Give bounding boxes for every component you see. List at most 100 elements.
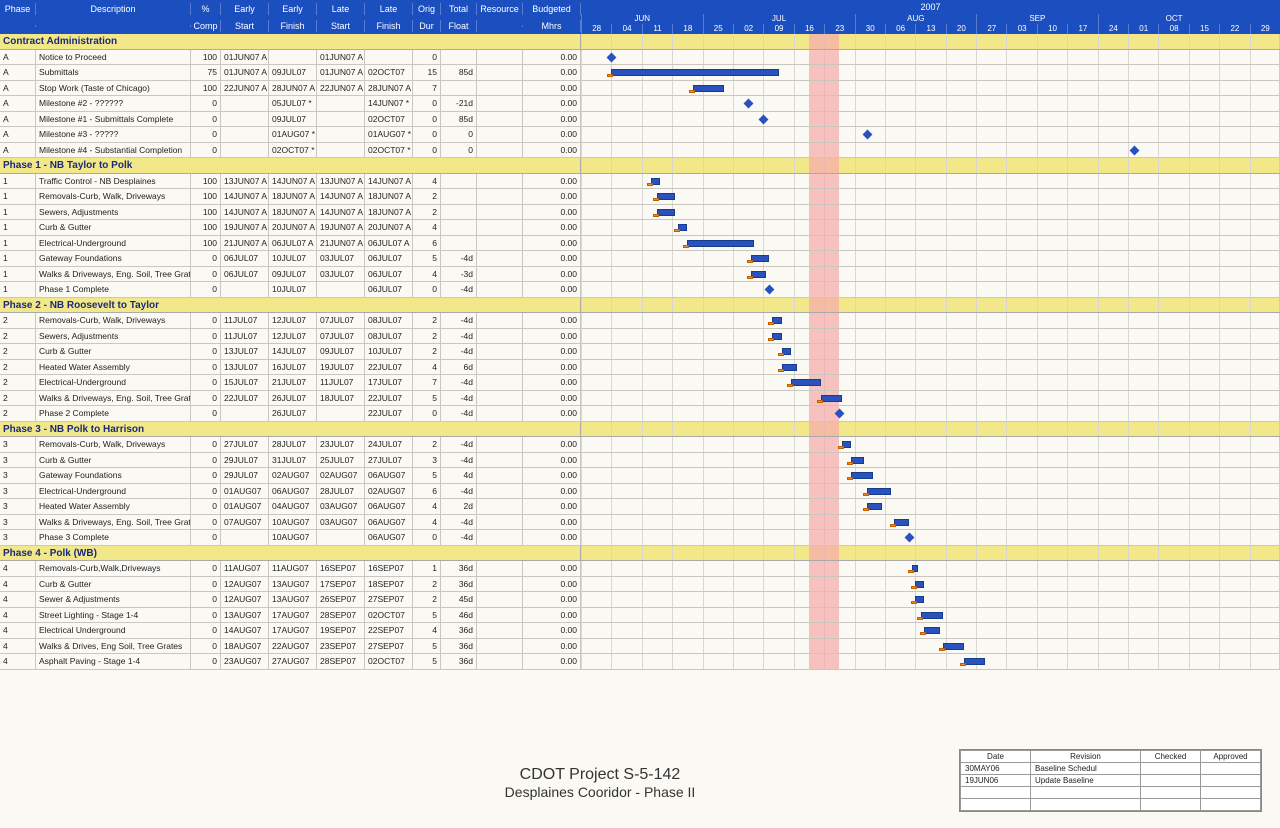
timeline-day: 16 (794, 24, 824, 34)
gantt-chart-cell (581, 515, 1280, 530)
rev-cell (1201, 787, 1261, 799)
gantt-bar (751, 255, 769, 262)
col-lf: Late (365, 3, 413, 15)
task-row: 1Removals-Curb, Walk, Driveways10014JUN0… (0, 189, 1280, 205)
gantt-sheet: { "columns": { "phase": "Phase", "desc":… (0, 0, 1280, 828)
col-tf: Total (441, 3, 477, 15)
task-row: 2Electrical-Underground015JUL0721JUL0711… (0, 375, 1280, 391)
rev-cell (961, 799, 1031, 811)
timeline-month: SEP (976, 14, 1098, 24)
project-subtitle: Desplaines Cooridor - Phase II (300, 784, 900, 800)
gantt-chart-cell (581, 65, 1280, 80)
timeline-month: JUN (581, 14, 703, 24)
gantt-bar (657, 209, 675, 216)
gantt-chart-cell (581, 174, 1280, 189)
task-row: 1Gateway Foundations006JUL0710JUL0703JUL… (0, 251, 1280, 267)
timeline-day: 28 (581, 24, 611, 34)
task-row: 4Walks & Drives, Eng Soil, Tree Grates01… (0, 639, 1280, 655)
milestone-icon (765, 285, 775, 295)
timeline-day: 17 (1067, 24, 1097, 34)
timeline-day: 02 (733, 24, 763, 34)
task-row: 4Electrical Underground014AUG0717AUG0719… (0, 623, 1280, 639)
gantt-chart-cell (581, 313, 1280, 328)
rev-header-cell: Date (961, 751, 1031, 763)
rev-cell (1031, 799, 1141, 811)
gantt-chart-cell (581, 34, 1280, 49)
col-res: Resource (477, 3, 523, 15)
col-pct: % (191, 3, 221, 15)
gantt-bar (821, 395, 842, 402)
timeline-day: 29 (1250, 24, 1280, 34)
gantt-chart-cell (581, 50, 1280, 65)
rev-cell: 30MAY06 (961, 763, 1031, 775)
revision-box: DateRevisionCheckedApproved30MAY06Baseli… (959, 749, 1262, 812)
rev-cell (1201, 799, 1261, 811)
col-desc: Description (36, 3, 191, 15)
task-row: ANotice to Proceed10001JUN07 A01JUN07 A0… (0, 50, 1280, 66)
rev-header-cell: Revision (1031, 751, 1141, 763)
task-row: 4Curb & Gutter012AUG0713AUG0717SEP0718SE… (0, 577, 1280, 593)
gantt-bar (611, 69, 778, 76)
gantt-chart-cell (581, 375, 1280, 390)
gantt-body: Contract AdministrationANotice to Procee… (0, 34, 1280, 670)
timeline-day: 10 (1037, 24, 1067, 34)
timeline-day: 04 (611, 24, 641, 34)
gantt-chart-cell (581, 143, 1280, 158)
gantt-chart-cell (581, 220, 1280, 235)
task-row: AMilestone #4 - Substantial Completion00… (0, 143, 1280, 159)
project-title: CDOT Project S-5-142 (300, 766, 900, 784)
group-title: Phase 3 - NB Polk to Harrison (0, 422, 581, 437)
rev-cell (1141, 763, 1201, 775)
task-row: 4Street Lighting - Stage 1-4013AUG0717AU… (0, 608, 1280, 624)
timeline-day: 08 (1158, 24, 1188, 34)
gantt-chart-cell (581, 639, 1280, 654)
task-row: 4Asphalt Paving - Stage 1-4023AUG0727AUG… (0, 654, 1280, 670)
group-title: Phase 2 - NB Roosevelt to Taylor (0, 298, 581, 313)
gantt-chart-cell (581, 577, 1280, 592)
gantt-chart-cell (581, 205, 1280, 220)
task-row: 3Curb & Gutter029JUL0731JUL0725JUL0727JU… (0, 453, 1280, 469)
rev-header-cell: Checked (1141, 751, 1201, 763)
gantt-bar (693, 85, 723, 92)
gantt-chart-cell (581, 282, 1280, 297)
col-ef: Early (269, 3, 317, 15)
gantt-chart-cell (581, 546, 1280, 561)
task-row: 2Curb & Gutter013JUL0714JUL0709JUL0710JU… (0, 344, 1280, 360)
gantt-chart-cell (581, 530, 1280, 545)
group-title: Phase 4 - Polk (WB) (0, 546, 581, 561)
col-ls: Late (317, 3, 365, 15)
gantt-chart-cell (581, 561, 1280, 576)
col-bm: Budgeted (523, 3, 581, 15)
timeline-day: 23 (824, 24, 854, 34)
task-row: 2Removals-Curb, Walk, Driveways011JUL071… (0, 313, 1280, 329)
group-header: Phase 2 - NB Roosevelt to Taylor (0, 298, 1280, 314)
gantt-chart-cell (581, 437, 1280, 452)
gantt-bar (751, 271, 766, 278)
timeline-day: 27 (976, 24, 1006, 34)
task-row: AMilestone #2 - ??????005JUL07 *14JUN07 … (0, 96, 1280, 112)
gantt-chart-cell (581, 453, 1280, 468)
col-od: Orig (413, 3, 441, 15)
task-row: 3Walks & Driveways, Eng. Soil, Tree Grat… (0, 515, 1280, 531)
gantt-bar (657, 193, 675, 200)
group-header: Phase 4 - Polk (WB) (0, 546, 1280, 562)
milestone-icon (759, 114, 769, 124)
task-row: 3Gateway Foundations029JUL0702AUG0702AUG… (0, 468, 1280, 484)
rev-cell (1201, 775, 1261, 787)
gantt-bar (964, 658, 985, 665)
timeline-day: 18 (672, 24, 702, 34)
rev-cell (1201, 763, 1261, 775)
timeline-day: 06 (885, 24, 915, 34)
gantt-chart-cell (581, 391, 1280, 406)
gantt-chart-cell (581, 127, 1280, 142)
task-row: AMilestone #1 - Submittals Complete009JU… (0, 112, 1280, 128)
gantt-bar (851, 472, 872, 479)
timeline-day: 15 (1189, 24, 1219, 34)
group-title: Phase 1 - NB Taylor to Polk (0, 158, 581, 173)
gantt-chart-cell (581, 422, 1280, 437)
gantt-bar (782, 364, 797, 371)
timeline-month: JUL (703, 14, 855, 24)
gantt-chart-cell (581, 654, 1280, 669)
gantt-chart-cell (581, 623, 1280, 638)
gantt-chart-cell (581, 406, 1280, 421)
